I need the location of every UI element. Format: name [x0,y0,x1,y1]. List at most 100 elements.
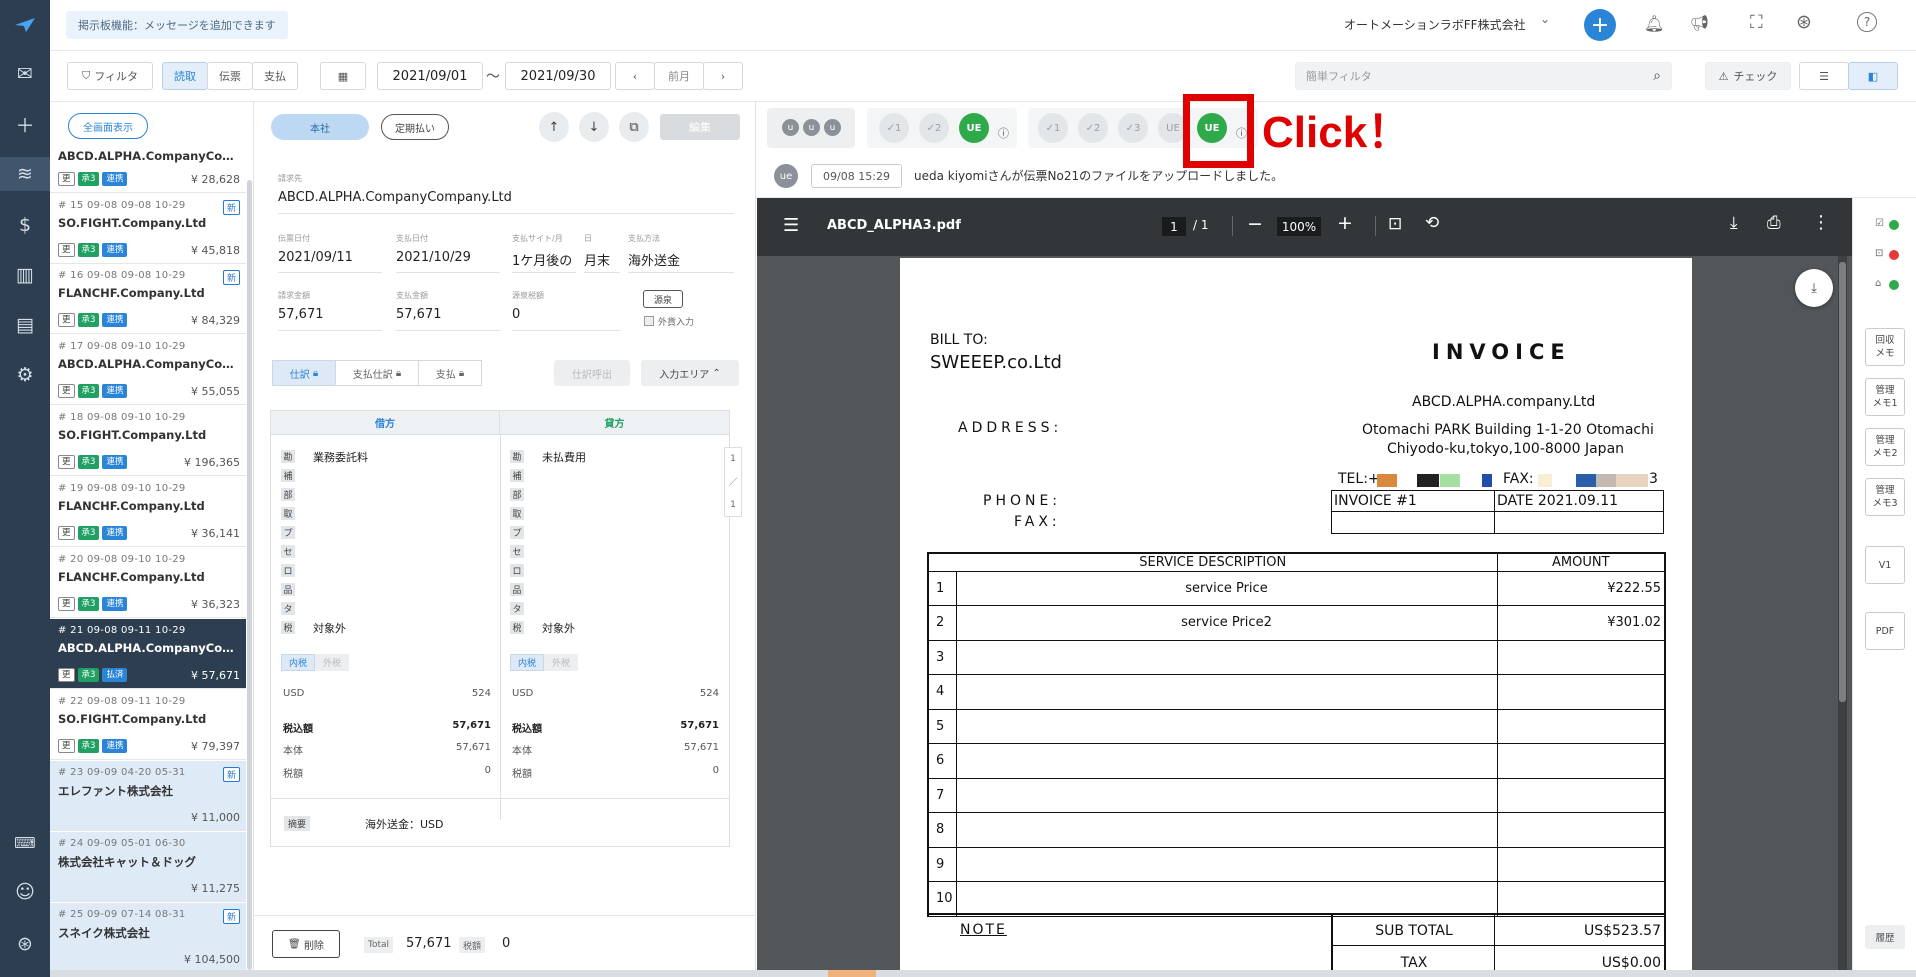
credit-account[interactable]: 未払費用 [542,449,586,465]
pdf-button[interactable]: PDF [1865,612,1905,650]
prev-month-button[interactable]: 前月 [654,62,704,90]
horizontal-scrollbar[interactable] [50,970,1916,977]
summary-value[interactable]: 海外送金：USD [365,816,444,832]
arrow-down-icon[interactable]: ↓ [579,112,609,142]
foreign-input-checkbox[interactable] [644,316,654,326]
list-scrollbar[interactable] [247,180,252,970]
gear-icon[interactable]: ⚙ [0,358,50,392]
info-icon[interactable]: ⓘ [998,125,1009,141]
fit-page-icon[interactable]: ⊡ [1388,214,1402,234]
debit-incl-toggle[interactable]: 内税 [281,654,315,671]
quick-filter-input[interactable]: 簡単フィルタ ⌕ [1295,62,1672,90]
zoom-input[interactable]: 100% [1277,217,1321,236]
history-button[interactable]: 履歴 [1865,925,1905,949]
user-icon[interactable]: ☺ [0,875,50,909]
credit-excl-toggle[interactable]: 外税 [544,654,578,671]
logo-icon[interactable] [0,8,50,42]
pay-date-value[interactable]: 2021/10/29 [396,250,471,265]
bell-icon[interactable]: 🔔︎ [1644,14,1664,33]
tab-journal[interactable]: 仕訳 🔒︎ [272,360,336,386]
logout-icon[interactable]: ⊛ [0,927,50,961]
fullscreen-icon[interactable]: ⛶ [1750,12,1763,33]
pdf-scroll-thumb[interactable] [1839,262,1846,702]
tab-read[interactable]: 読取 [162,62,208,90]
list-item[interactable]: # 22 09-08 09-11 10-29 SO.FIGHT.Company.L… [50,690,246,760]
rotate-icon[interactable]: ⟲ [1425,213,1439,233]
approval-step-1[interactable]: ✓ 1 [1038,113,1068,143]
add-button[interactable]: + [1584,9,1616,41]
invoice-date-value[interactable]: 2021/09/11 [278,250,353,265]
prev-icon[interactable]: ‹ [615,62,655,90]
tab-pay[interactable]: 支払 🔒︎ [418,360,482,386]
pay-amount-value[interactable]: 57,671 [396,307,442,322]
site-value[interactable]: 1ケ月後の [512,250,572,269]
list-item[interactable]: # 23 09-09 04-20 05-31 エレファント株式会社 新 ¥ 11,00… [50,761,246,831]
filter-button[interactable]: ⛉ フィルタ [67,62,153,90]
tab-payment[interactable]: 支払 [252,62,298,90]
inbox-icon[interactable]: ✉ [0,57,50,91]
scan-icon[interactable]: ⊡ [1875,248,1883,259]
approver-ue[interactable]: UE [959,113,989,143]
list-item[interactable]: # 19 09-08 09-10 10-29 FLANCHF.Company.Lt… [50,477,246,547]
book-icon[interactable]: ▤ [0,308,50,342]
zoom-in-icon[interactable]: + [1337,212,1353,234]
bank-icon[interactable]: ⌂ [1875,278,1881,289]
list-item[interactable]: # 24 09-09 05-01 06-30 株式会社キャット＆ドッグ ¥ 11,2… [50,832,246,902]
credit-tax-category[interactable]: 対象外 [542,620,575,636]
tab-recurring[interactable]: 定期払い [381,114,449,140]
approval-step-1[interactable]: ✓ 1 [879,113,909,143]
list-item[interactable]: # 25 09-09 07-14 08-31 スネイク株式会社 新 ¥ 104,500 [50,903,246,973]
page-input[interactable]: 1 [1162,217,1186,236]
billing-value[interactable]: ABCD.ALPHA.CompanyCompany.Ltd [278,190,512,205]
help-ring-icon[interactable]: ⊛ [1796,11,1812,33]
menu-icon[interactable]: ☰ [783,215,799,236]
list-item[interactable]: ABCD.ALPHA.CompanyComp… 更承3 連携 ¥ 28,628 [50,147,246,193]
journal-call-button[interactable]: 仕訳呼出 [554,360,630,386]
approval-step-2[interactable]: ✓ 2 [1078,113,1108,143]
bill-amount-value[interactable]: 57,671 [278,307,324,322]
debit-tax-category[interactable]: 対象外 [313,620,346,636]
edit-button[interactable]: 編集 [660,114,740,140]
dollar-icon[interactable]: $ [0,208,50,242]
next-icon[interactable]: › [703,62,743,90]
approval-step-3[interactable]: ✓ 3 [1118,113,1148,143]
list-item[interactable]: # 15 09-08 09-08 10-29 SO.FIGHT.Company.L… [50,194,246,264]
user-avatar[interactable]: u [824,119,841,136]
list-item[interactable]: # 17 09-08 09-10 10-29 ABCD.ALPHA.Company… [50,335,246,405]
admin-memo-3-button[interactable]: 管理 メモ3 [1865,478,1905,516]
split-view-icon[interactable]: ◧ [1848,62,1898,90]
add-icon[interactable]: ＋ [0,107,50,141]
download-icon[interactable]: ⤓ [1730,213,1738,233]
calendar-icon[interactable]: ▦ [320,62,366,90]
zoom-out-icon[interactable]: − [1247,213,1263,235]
question-icon[interactable]: ? [1857,12,1877,32]
list-item[interactable]: # 18 09-08 09-10 10-29 SO.FIGHT.Company.L… [50,406,246,476]
admin-memo-1-button[interactable]: 管理 メモ1 [1865,378,1905,416]
user-avatar[interactable]: u [782,119,799,136]
layers-icon[interactable]: ≋ [0,157,50,191]
fullscreen-button[interactable]: 全画面表示 [68,113,148,139]
input-area-button[interactable]: 入力エリア ⌃ [641,360,739,386]
list-item[interactable]: # 16 09-08 09-08 10-29 FLANCHF.Company.Lt… [50,264,246,334]
debit-account[interactable]: 業務委託料 [313,449,368,465]
tab-head-office[interactable]: 本社 [271,114,369,140]
delete-button[interactable]: 🗑︎ 削除 [272,930,340,958]
chart-icon[interactable]: ▥ [0,258,50,292]
more-icon[interactable]: ⋮ [1812,212,1830,233]
approval-step-2[interactable]: ✓ 2 [919,113,949,143]
check-button[interactable]: ⚠ チェック [1705,62,1791,90]
copy-icon[interactable]: ⧉ [619,112,649,142]
row-pager[interactable]: 1 ／ 1 [724,447,742,517]
credit-incl-toggle[interactable]: 内税 [510,654,544,671]
date-from-input[interactable]: 2021/09/01 [377,62,483,90]
tab-voucher[interactable]: 伝票 [207,62,253,90]
admin-memo-2-button[interactable]: 管理 メモ2 [1865,428,1905,466]
list-view-icon[interactable]: ☰ [1799,62,1849,90]
megaphone-icon[interactable]: 📢︎ [1690,14,1709,32]
gensen-button[interactable]: 源泉 [643,290,683,308]
method-value[interactable]: 海外送金 [628,250,680,269]
checklist-icon[interactable]: ☑ [1875,218,1884,229]
debit-excl-toggle[interactable]: 外税 [315,654,349,671]
list-item[interactable]: # 20 09-08 09-10 10-29 FLANCHF.Company.Lt… [50,548,246,618]
list-item[interactable]: # 21 09-08 09-11 10-29 ABCD.ALPHA.Company… [50,619,246,689]
